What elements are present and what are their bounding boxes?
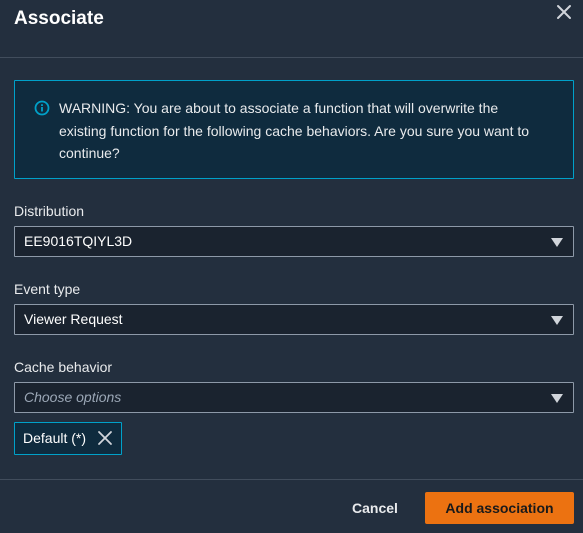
warning-alert: WARNING: You are about to associate a fu… [14, 80, 574, 179]
associate-dialog: Associate WARNING: You are about to asso… [0, 0, 583, 533]
warning-line: existing function for the following cach… [59, 122, 530, 139]
caret-down-icon [551, 394, 563, 403]
add-association-label: Add association [445, 500, 554, 516]
warning-line: WARNING: You are about to associate a fu… [59, 100, 499, 116]
dialog-title: Associate [14, 8, 104, 29]
cancel-button[interactable]: Cancel [344, 500, 406, 518]
event-type-label: Event type [14, 281, 81, 297]
remove-token-icon[interactable] [97, 430, 113, 446]
cache-behavior-select[interactable]: Choose options [14, 382, 574, 413]
caret-down-icon [551, 238, 563, 247]
distribution-label: Distribution [14, 203, 85, 219]
selected-token: Default (*) [14, 422, 122, 455]
cache-behavior-label: Cache behavior [14, 359, 113, 375]
distribution-select[interactable]: EE9016TQIYL3D [14, 226, 574, 257]
info-icon [34, 100, 50, 116]
warning-line: continue? [59, 145, 120, 161]
warning-text: WARNING: You are about to associate a fu… [59, 97, 559, 165]
cache-behavior-placeholder: Choose options [24, 389, 122, 405]
caret-down-icon [551, 316, 563, 325]
event-type-value: Viewer Request [24, 311, 123, 327]
token-label: Default (*) [23, 430, 87, 446]
dialog-header: Associate [0, 0, 583, 58]
add-association-button[interactable]: Add association [425, 492, 574, 524]
event-type-select[interactable]: Viewer Request [14, 304, 574, 335]
distribution-value: EE9016TQIYL3D [24, 233, 133, 249]
close-icon[interactable] [554, 2, 574, 22]
